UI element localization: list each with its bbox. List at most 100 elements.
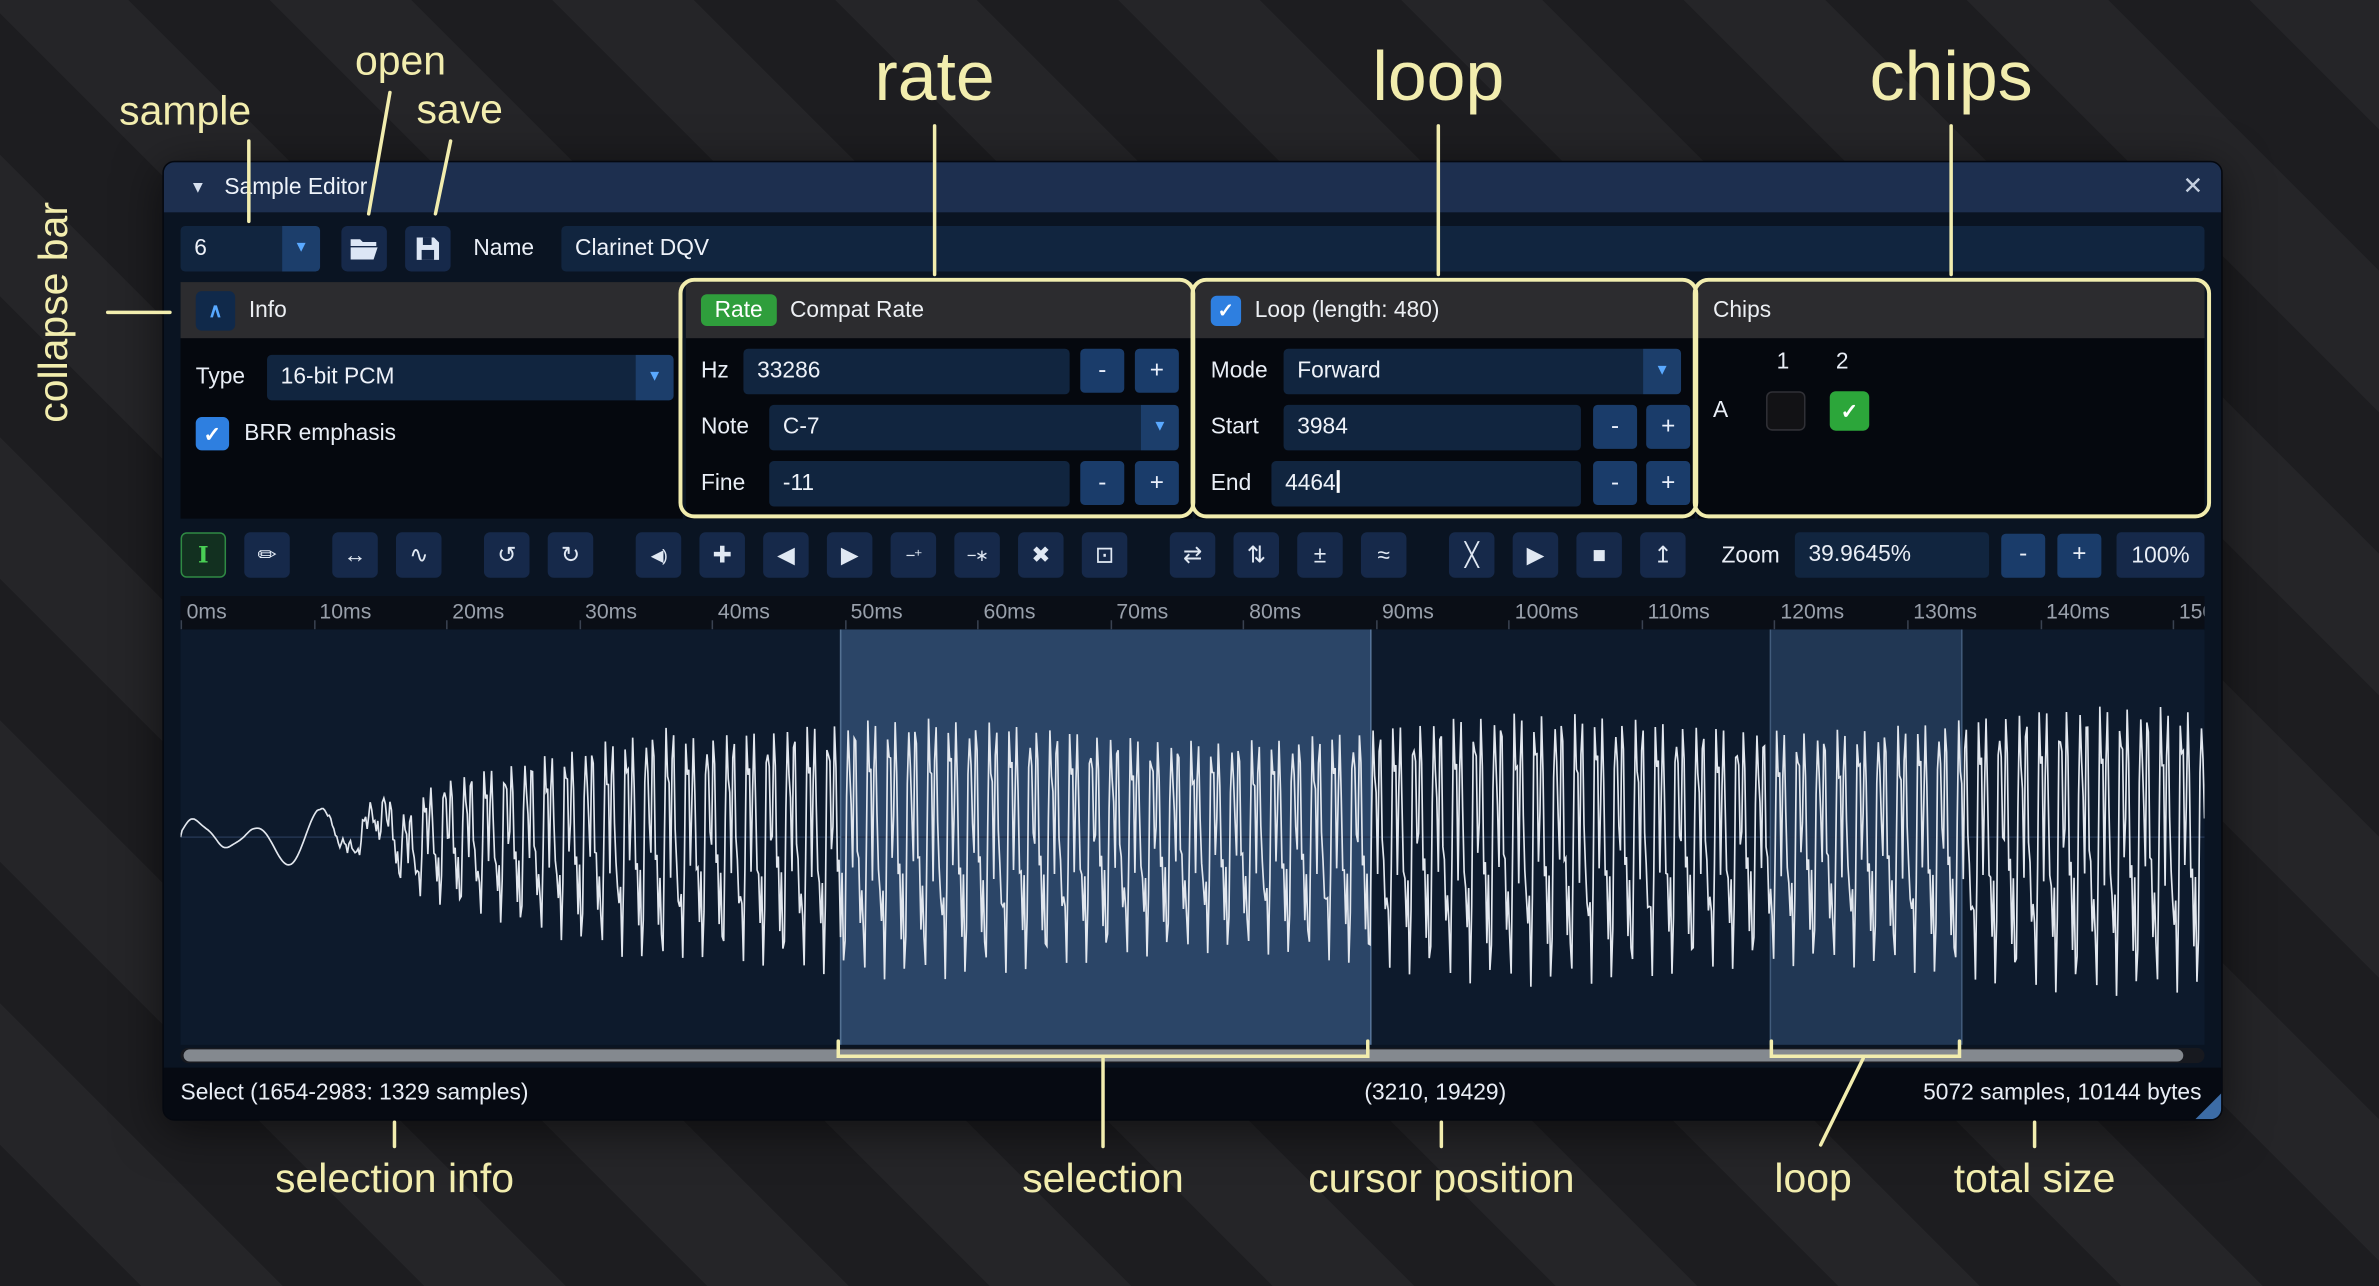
crossfade-button[interactable]: ╳ (1449, 532, 1495, 577)
select-tool-icon: I (198, 541, 209, 568)
sample-number-value: 6 (194, 235, 207, 261)
trim-icon: ⊡ (1095, 541, 1114, 568)
resample-icon: ∿ (409, 541, 428, 568)
property-panels: ∧ Info Type 16-bit PCM ▼ ✓ BRR emphasis (181, 282, 2205, 519)
sample-number-select[interactable]: 6 ▼ (181, 226, 321, 271)
redo-icon: ↻ (561, 541, 580, 568)
window-titlebar[interactable]: ▼ Sample Editor ✕ (164, 162, 2221, 212)
stop-icon: ■ (1592, 542, 1606, 568)
sign-button[interactable]: ± (1297, 532, 1343, 577)
resize-button[interactable]: ↔ (332, 532, 378, 577)
fine-value: -11 (783, 470, 814, 496)
draw-tool-button[interactable]: ✏ (244, 532, 290, 577)
sample-editor-window: ▼ Sample Editor ✕ 6 ▼ Name Clarinet DQV (162, 161, 2222, 1121)
trim-button[interactable]: ⊡ (1082, 532, 1128, 577)
zoom-in-button[interactable]: + (2057, 533, 2101, 577)
ruler-tick (1774, 620, 1776, 629)
zoom-reset-button[interactable]: 100% (2117, 532, 2205, 577)
loop-end-input[interactable]: 4464 (1271, 461, 1581, 506)
hz-input[interactable]: 33286 (743, 349, 1069, 394)
end-label: End (1211, 461, 1252, 506)
annotation-chips: chips (1870, 37, 2033, 115)
note-select[interactable]: C-7 ▼ (769, 405, 1179, 450)
open-sample-button[interactable] (341, 226, 387, 271)
chevron-down-icon[interactable]: ▼ (1141, 405, 1179, 450)
annotation-loop: loop (1372, 37, 1504, 115)
hz-value: 33286 (757, 358, 820, 384)
type-select[interactable]: 16-bit PCM ▼ (267, 355, 674, 400)
chip-1-checkbox[interactable] (1766, 391, 1805, 430)
status-bar: Select (1654-2983: 1329 samples) (3210, … (164, 1068, 2221, 1120)
normalize-button[interactable]: ✚ (699, 532, 745, 577)
insert-silence-button[interactable]: −⁺ (891, 532, 937, 577)
chip-2-checkbox[interactable]: ✓ (1830, 391, 1869, 430)
close-icon[interactable]: ✕ (2183, 171, 2203, 201)
window-collapse-icon[interactable]: ▼ (190, 178, 207, 196)
apply-silence-button[interactable]: −∗ (954, 532, 1000, 577)
wavetable-icon: ↥ (1653, 541, 1672, 568)
loop-start-input[interactable]: 3984 (1284, 405, 1581, 450)
redo-button[interactable]: ↻ (548, 532, 594, 577)
ruler-label: 100ms (1515, 599, 1579, 623)
check-icon: ✓ (1841, 398, 1859, 424)
fade-in-button[interactable]: ◀ (763, 532, 809, 577)
invert-button[interactable]: ⇅ (1233, 532, 1279, 577)
hz-minus-button[interactable]: - (1080, 349, 1124, 393)
draw-tool-icon: ✏ (257, 541, 276, 568)
ruler-tick (2040, 620, 2042, 629)
loop-mode-select[interactable]: Forward ▼ (1284, 349, 1682, 394)
start-plus-button[interactable]: + (1646, 405, 1690, 449)
loop-enable-checkbox[interactable]: ✓ (1211, 295, 1241, 325)
sign-icon: ± (1314, 542, 1326, 568)
fine-plus-button[interactable]: + (1135, 461, 1179, 505)
waveform-view[interactable] (181, 629, 2205, 1045)
resample-button[interactable]: ∿ (396, 532, 442, 577)
start-minus-button[interactable]: - (1593, 405, 1637, 449)
reverse-icon: ⇄ (1183, 541, 1202, 568)
save-sample-button[interactable] (405, 226, 451, 271)
reverse-button[interactable]: ⇄ (1170, 532, 1216, 577)
filter-button[interactable]: ≈ (1361, 532, 1407, 577)
delete-icon: ✖ (1031, 541, 1050, 568)
chevron-down-icon[interactable]: ▼ (636, 355, 674, 400)
undo-button[interactable]: ↺ (484, 532, 530, 577)
ruler-label: 10ms (319, 599, 371, 623)
stop-button[interactable]: ■ (1576, 532, 1622, 577)
mode-value: Forward (1297, 358, 1380, 384)
end-plus-button[interactable]: + (1646, 461, 1690, 505)
preview-icon: ▶ (1527, 541, 1545, 568)
folder-open-icon (349, 237, 379, 261)
zoom-input[interactable]: 39.9645% (1795, 532, 1989, 577)
name-input[interactable]: Clarinet DQV (561, 226, 2204, 271)
ruler-label: 30ms (585, 599, 637, 623)
type-label: Type (196, 355, 245, 400)
end-minus-button[interactable]: - (1593, 461, 1637, 505)
chevron-down-icon[interactable]: ▼ (1643, 349, 1681, 394)
brr-emphasis-checkbox[interactable]: ✓ (196, 417, 229, 450)
fine-minus-button[interactable]: - (1080, 461, 1124, 505)
fine-input[interactable]: -11 (769, 461, 1069, 506)
chevron-down-icon[interactable]: ▼ (282, 226, 320, 271)
undo-icon: ↺ (497, 541, 516, 568)
resize-icon: ↔ (344, 542, 367, 568)
delete-button[interactable]: ✖ (1018, 532, 1064, 577)
fade-out-button[interactable]: ▶ (827, 532, 873, 577)
wavetable-button[interactable]: ↥ (1640, 532, 1686, 577)
chips-panel: Chips 1 2 A ✓ (1698, 282, 2205, 519)
collapse-panel-button[interactable]: ∧ (196, 290, 235, 329)
check-icon: ✓ (203, 421, 221, 447)
select-tool-button[interactable]: I (181, 532, 227, 577)
time-ruler[interactable]: 0ms10ms20ms30ms40ms50ms60ms70ms80ms90ms1… (181, 596, 2205, 631)
ruler-tick (313, 620, 315, 629)
zoom-out-button[interactable]: - (2001, 533, 2045, 577)
end-value: 4464 (1285, 470, 1336, 496)
preview-button[interactable]: ▶ (1513, 532, 1559, 577)
chip-column-2: 2 (1836, 340, 1849, 385)
amplify-button[interactable]: ◀) (636, 532, 682, 577)
start-value: 3984 (1297, 414, 1348, 440)
waveform-scrollbar[interactable] (184, 1049, 2184, 1061)
ruler-label: 0ms (187, 599, 227, 623)
hz-label: Hz (701, 349, 729, 394)
window-resize-grip[interactable] (2195, 1093, 2221, 1119)
hz-plus-button[interactable]: + (1135, 349, 1179, 393)
